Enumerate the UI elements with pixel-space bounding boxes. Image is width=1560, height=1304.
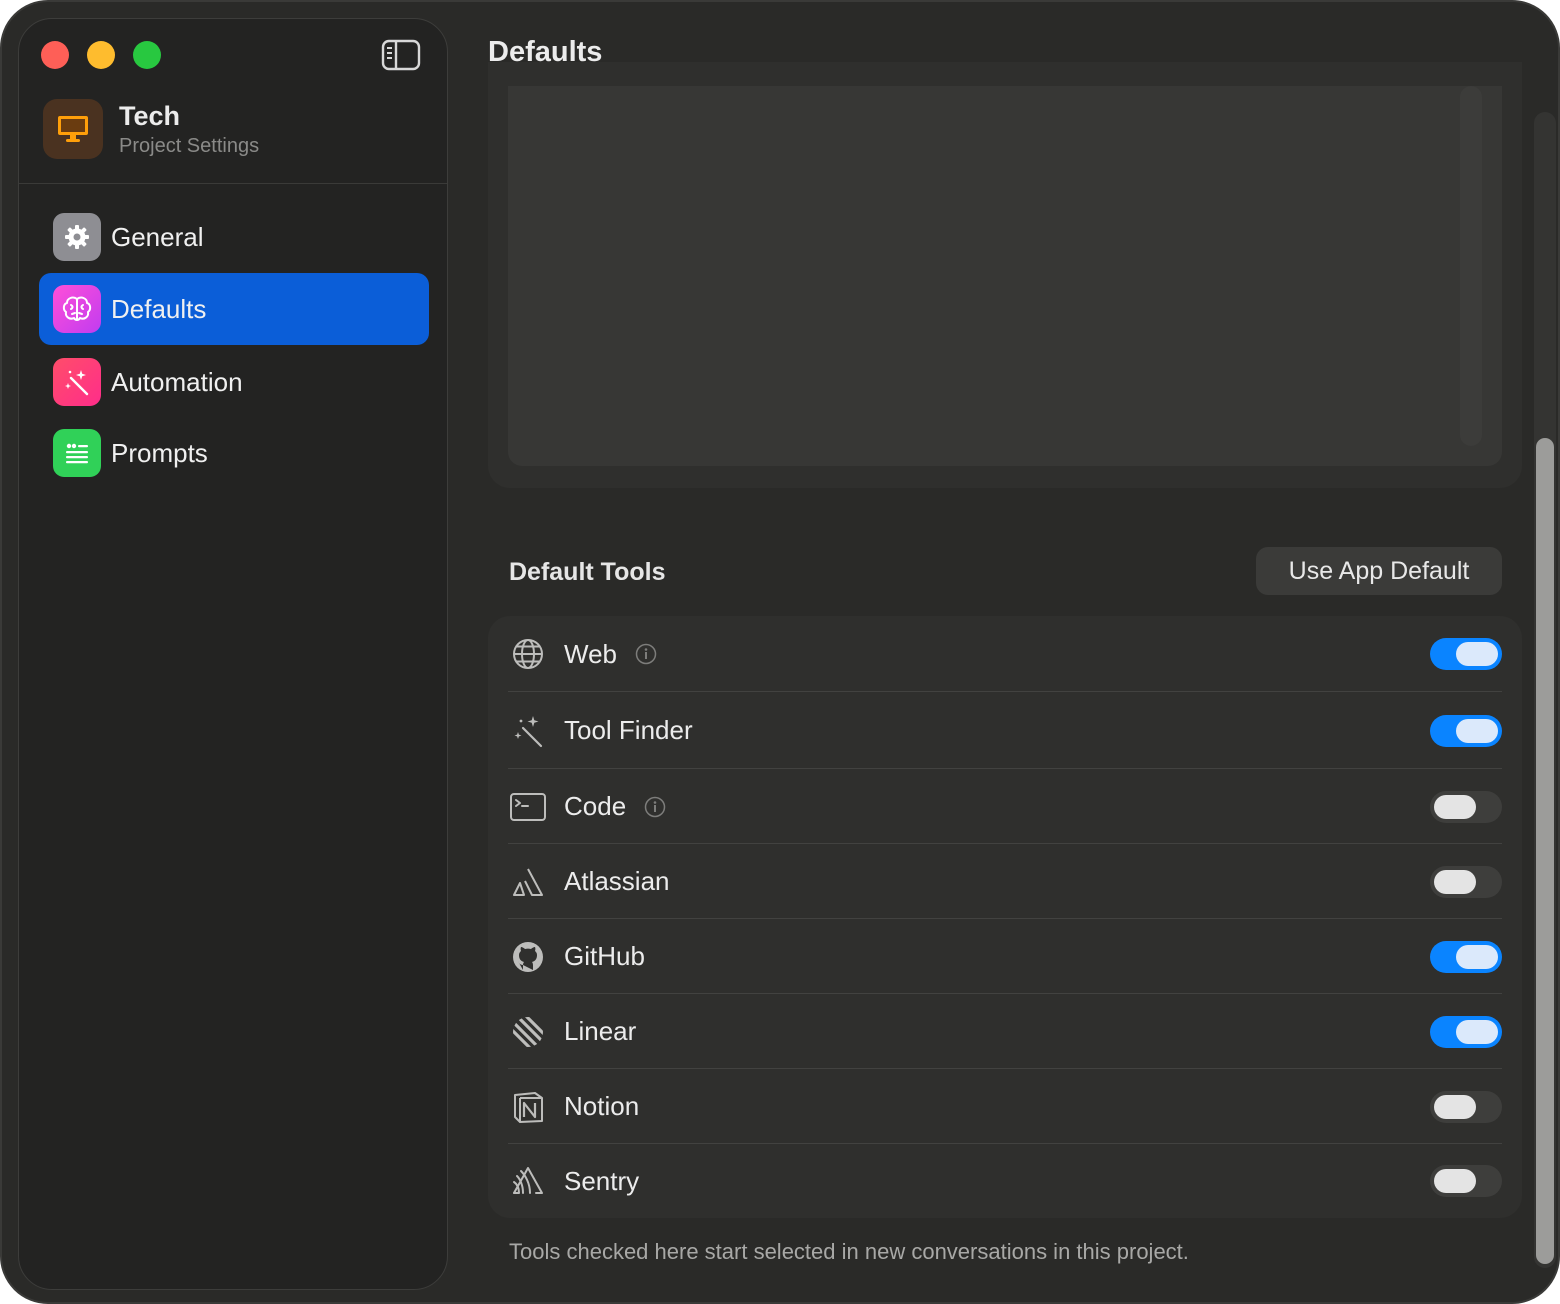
tools-list: Web Tool Finder Code Atlassian GitHub Li… [488, 616, 1522, 1218]
tool-row-notion: Notion [508, 1069, 1502, 1144]
tool-label: Notion [564, 1091, 640, 1121]
close-window-button[interactable] [41, 41, 69, 69]
main-scroll-thumb[interactable] [1536, 438, 1554, 1264]
linear-toggle[interactable] [1430, 1015, 1502, 1048]
magic-wand-icon [508, 711, 548, 751]
sidebar-item-general[interactable]: General [39, 201, 429, 273]
zoom-window-button[interactable] [133, 41, 161, 69]
info-icon[interactable] [644, 796, 666, 818]
project-name: Tech [119, 101, 181, 131]
sidebar-divider [19, 183, 447, 184]
sidebar-toggle-icon[interactable] [381, 39, 421, 71]
tool-row-tool-finder: Tool Finder [508, 692, 1502, 769]
main-scrollbar[interactable] [1534, 112, 1556, 1268]
magic-wand-icon [53, 358, 101, 406]
tool-row-github: GitHub [508, 919, 1502, 994]
tool-row-linear: Linear [508, 994, 1502, 1069]
notion-toggle[interactable] [1430, 1090, 1502, 1123]
tool-label: Tool Finder [564, 715, 693, 745]
tool-finder-toggle[interactable] [1430, 714, 1502, 747]
project-subtitle: Project Settings [119, 135, 260, 157]
tool-row-code: Code [508, 769, 1502, 844]
tool-row-atlassian: Atlassian [508, 844, 1502, 919]
use-app-default-button[interactable]: Use App Default [1256, 547, 1502, 595]
tool-row-sentry: Sentry [508, 1144, 1502, 1218]
brain-icon [53, 285, 101, 333]
tool-label: Web [564, 638, 617, 669]
sidebar-item-label: General [111, 221, 204, 252]
notion-icon [508, 1087, 548, 1127]
default-tools-heading: Default Tools [509, 558, 666, 586]
web-toggle[interactable] [1430, 638, 1502, 670]
sentry-toggle[interactable] [1430, 1165, 1502, 1197]
github-icon [508, 937, 548, 977]
settings-window: Tech Project Settings General Defaults A… [0, 0, 1560, 1304]
atlassian-toggle[interactable] [1430, 865, 1502, 898]
globe-icon [508, 634, 548, 674]
tool-row-web: Web [508, 616, 1502, 692]
instructions-text-area[interactable] [508, 86, 1502, 466]
tools-footnote: Tools checked here start selected in new… [509, 1239, 1189, 1264]
tool-label: GitHub [564, 941, 645, 971]
project-display-icon [43, 99, 103, 159]
sidebar-item-label: Automation [111, 366, 243, 397]
code-toggle[interactable] [1430, 790, 1502, 823]
info-icon[interactable] [635, 643, 657, 665]
tool-label: Linear [564, 1016, 637, 1046]
instructions-scrollbar[interactable] [1460, 86, 1482, 446]
tool-label: Atlassian [564, 866, 670, 896]
sidebar-item-prompts[interactable]: Prompts [39, 417, 429, 489]
github-toggle[interactable] [1430, 940, 1502, 973]
linear-icon [508, 1012, 548, 1052]
tool-label: Sentry [564, 1165, 640, 1196]
sidebar-item-label: Defaults [111, 293, 207, 324]
minimize-window-button[interactable] [87, 41, 115, 69]
sidebar-item-label: Prompts [111, 437, 208, 468]
sidebar-item-defaults[interactable]: Defaults [39, 273, 429, 345]
instructions-card [488, 62, 1522, 488]
gear-icon [53, 213, 101, 261]
terminal-icon [508, 787, 548, 827]
atlassian-icon [508, 862, 548, 902]
sidebar: Tech Project Settings General Defaults A… [18, 18, 448, 1290]
tool-label: Code [564, 791, 627, 821]
sentry-icon [508, 1161, 548, 1201]
quote-list-icon [53, 429, 101, 477]
sidebar-item-automation[interactable]: Automation [39, 346, 429, 418]
